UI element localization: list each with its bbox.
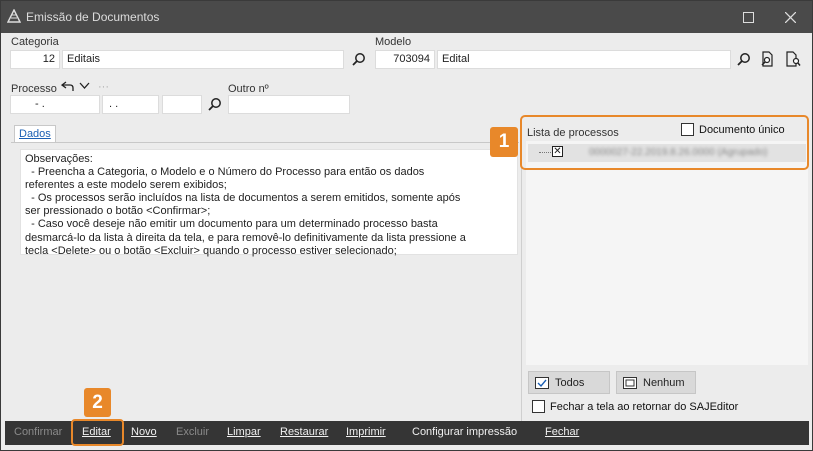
- processo-dots: ···: [98, 81, 109, 93]
- processo-forum-input[interactable]: [162, 95, 202, 114]
- configurar-impressao-button[interactable]: Configurar impressão: [412, 426, 517, 438]
- restaurar-button[interactable]: Restaurar: [280, 426, 328, 438]
- main-window: Emissão de Documentos Categoria 12 Edita…: [0, 0, 813, 451]
- modelo-name-input[interactable]: Edital: [437, 50, 731, 69]
- novo-button[interactable]: Novo: [131, 426, 157, 438]
- tab-dados[interactable]: Dados: [14, 125, 56, 142]
- close-button[interactable]: [770, 1, 810, 33]
- outro-numero-input[interactable]: [228, 95, 350, 114]
- categoria-code-input[interactable]: 12: [10, 50, 60, 69]
- imprimir-button[interactable]: Imprimir: [346, 426, 386, 438]
- modelo-search-icon[interactable]: [736, 52, 752, 68]
- processo-year-input[interactable]: . .: [102, 95, 159, 114]
- processo-label: Processo: [11, 83, 57, 95]
- highlight-box-1: [520, 115, 809, 170]
- maximize-icon: [742, 11, 754, 23]
- processo-search-icon[interactable]: [207, 97, 223, 113]
- limpar-button[interactable]: Limpar: [227, 426, 261, 438]
- excluir-button[interactable]: Excluir: [176, 426, 209, 438]
- tab-divider: [11, 142, 519, 143]
- bottom-toolbar: [5, 421, 809, 445]
- fechar-button[interactable]: Fechar: [545, 426, 579, 438]
- processo-number-input[interactable]: - .: [10, 95, 100, 114]
- maximize-button[interactable]: [728, 1, 768, 33]
- outro-numero-label: Outro nº: [228, 83, 269, 95]
- chevron-down-icon[interactable]: [79, 81, 90, 91]
- annotation-badge-2: 2: [84, 388, 111, 417]
- todos-label: Todos: [555, 376, 585, 389]
- modelo-label: Modelo: [375, 36, 412, 48]
- fechar-tela-checkbox[interactable]: [532, 400, 545, 413]
- undo-icon[interactable]: [61, 80, 75, 92]
- annotation-badge-1: 1: [490, 127, 518, 157]
- select-none-icon: [623, 376, 637, 389]
- modelo-document-preview-icon[interactable]: [785, 51, 801, 67]
- close-icon: [784, 11, 796, 23]
- nenhum-button[interactable]: Nenhum: [616, 371, 696, 394]
- modelo-document-search-icon[interactable]: [759, 51, 775, 67]
- modelo-code-input[interactable]: 703094: [375, 50, 435, 69]
- todos-button[interactable]: Todos: [528, 371, 610, 394]
- categoria-name-input[interactable]: Editais: [62, 50, 344, 69]
- fechar-tela-label: Fechar a tela ao retornar do SAJEditor: [550, 401, 739, 413]
- categoria-label: Categoria: [11, 36, 59, 48]
- app-logo-icon: [7, 9, 21, 23]
- select-all-icon: [535, 376, 549, 389]
- observacoes-text: Observações: - Preencha a Categoria, o M…: [20, 149, 518, 257]
- nenhum-label: Nenhum: [643, 376, 685, 389]
- title-bar: Emissão de Documentos: [1, 1, 812, 33]
- confirmar-button[interactable]: Confirmar: [14, 426, 62, 438]
- window-title: Emissão de Documentos: [26, 10, 160, 24]
- highlight-box-2: [71, 419, 124, 446]
- categoria-search-icon[interactable]: [351, 52, 367, 68]
- process-list[interactable]: [526, 141, 808, 365]
